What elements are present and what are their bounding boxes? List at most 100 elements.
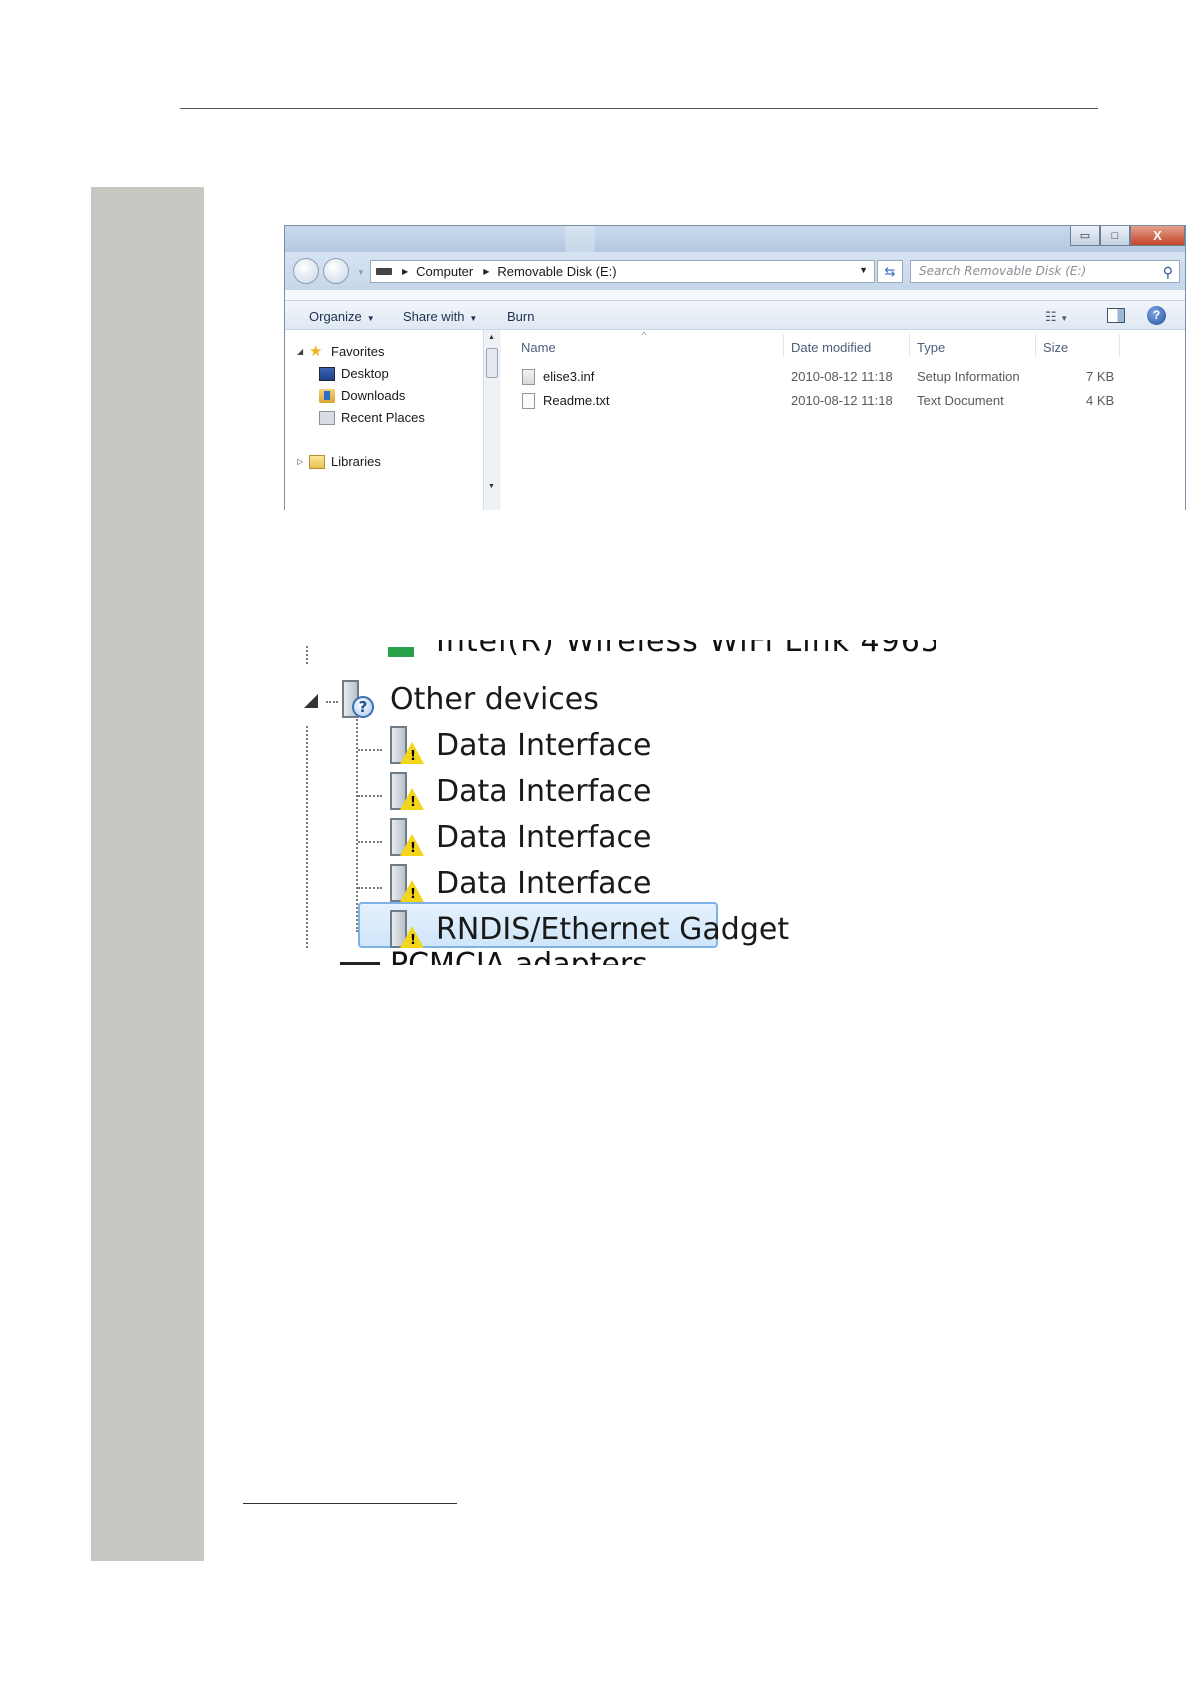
warning-device-icon: ! bbox=[386, 772, 424, 812]
document-page: ▭ □ X ▼ ▶ Computer ▶ Removable Disk (E:)… bbox=[0, 0, 1191, 1684]
help-icon[interactable]: ? bbox=[1147, 306, 1166, 325]
libraries-icon bbox=[309, 454, 325, 469]
nav-scrollbar[interactable]: ▲ ▼ bbox=[483, 330, 500, 510]
file-row[interactable]: elise3.inf 2010-08-12 11:18 Setup Inform… bbox=[501, 366, 1185, 388]
breadcrumb-computer[interactable]: Computer bbox=[416, 264, 473, 279]
search-input[interactable]: Search Removable Disk (E:) ⚲ bbox=[910, 260, 1180, 283]
recent-pages-icon[interactable]: ▼ bbox=[357, 268, 365, 277]
nav-item-desktop[interactable]: Desktop bbox=[319, 366, 389, 381]
pcmcia-icon bbox=[340, 962, 380, 965]
tree-item-wireless-adapter[interactable]: Intel(R) Wireless WiFi Link 4965AGN bbox=[436, 640, 936, 659]
tree-item-data-interface[interactable]: Data Interface bbox=[436, 866, 651, 901]
expanded-triangle-icon[interactable] bbox=[304, 694, 318, 708]
nav-label: Desktop bbox=[341, 366, 389, 381]
inf-file-icon bbox=[522, 369, 535, 385]
warning-device-icon: ! bbox=[386, 818, 424, 858]
tree-item-pcmcia-adapters[interactable]: PCMCIA adapters bbox=[390, 947, 648, 965]
tree-item-data-interface[interactable]: Data Interface bbox=[436, 820, 651, 855]
tree-guide bbox=[306, 726, 308, 948]
chevron-down-icon: ▼ bbox=[469, 314, 478, 323]
scroll-down-icon[interactable]: ▼ bbox=[488, 483, 495, 490]
explorer-window: ▭ □ X ▼ ▶ Computer ▶ Removable Disk (E:)… bbox=[284, 225, 1186, 510]
command-bar: Organize ▼ Share with ▼ Burn ☷ ▼ ? bbox=[285, 300, 1185, 330]
burn-button[interactable]: Burn bbox=[507, 309, 534, 324]
text-file-icon bbox=[522, 393, 535, 409]
warning-device-icon: ! bbox=[386, 910, 424, 950]
file-type: Text Document bbox=[917, 393, 1004, 408]
desktop-icon bbox=[319, 366, 335, 381]
chevron-right-icon[interactable]: ▶ bbox=[483, 267, 489, 276]
margin-band bbox=[91, 187, 204, 1561]
tree-guide bbox=[358, 841, 382, 843]
column-divider[interactable] bbox=[1035, 334, 1036, 356]
tree-guide bbox=[358, 795, 382, 797]
file-size: 4 KB bbox=[1086, 393, 1115, 408]
search-icon[interactable]: ⚲ bbox=[1163, 263, 1173, 284]
tree-item-data-interface[interactable]: Data Interface bbox=[436, 774, 651, 809]
column-header-date[interactable]: Date modified bbox=[791, 340, 871, 355]
nav-item-libraries[interactable]: ▷ Libraries bbox=[297, 454, 381, 469]
burn-label: Burn bbox=[507, 309, 535, 324]
minimize-button[interactable]: ▭ bbox=[1070, 226, 1100, 246]
column-divider[interactable] bbox=[1119, 334, 1120, 356]
nav-item-recent-places[interactable]: Recent Places bbox=[319, 410, 425, 425]
tree-item-rndis-ethernet-gadget[interactable]: RNDIS/Ethernet Gadget bbox=[436, 912, 789, 947]
scroll-up-icon[interactable]: ▲ bbox=[488, 334, 495, 341]
column-divider[interactable] bbox=[909, 334, 910, 356]
file-date: 2010-08-12 11:18 bbox=[791, 393, 893, 408]
nav-label: Favorites bbox=[331, 344, 385, 359]
file-name: Readme.txt bbox=[543, 393, 610, 408]
collapsed-triangle-icon[interactable]: ▷ bbox=[297, 457, 309, 466]
footnote-rule bbox=[243, 1503, 457, 1504]
nav-item-downloads[interactable]: Downloads bbox=[319, 388, 405, 403]
file-type: Setup Information bbox=[917, 369, 1020, 384]
device-tree: Intel(R) Wireless WiFi Link 4965AGN ? Ot… bbox=[296, 640, 936, 965]
address-bar[interactable]: ▶ Computer ▶ Removable Disk (E:) ▼ bbox=[370, 260, 875, 283]
breadcrumb-removable-disk[interactable]: Removable Disk (E:) bbox=[497, 264, 616, 279]
column-header-name[interactable]: Name bbox=[521, 340, 556, 355]
organize-button[interactable]: Organize ▼ bbox=[309, 309, 375, 324]
share-with-label: Share with bbox=[403, 309, 465, 324]
file-name: elise3.inf bbox=[543, 369, 595, 384]
window-controls: ▭ □ X bbox=[1070, 226, 1185, 246]
column-header-type[interactable]: Type bbox=[917, 340, 945, 355]
preview-pane-icon[interactable] bbox=[1107, 308, 1125, 323]
warning-device-icon: ! bbox=[386, 864, 424, 904]
expanded-triangle-icon[interactable]: ◢ bbox=[297, 347, 309, 356]
file-date: 2010-08-12 11:18 bbox=[791, 369, 893, 384]
tree-guide bbox=[326, 701, 338, 703]
nav-label: Recent Places bbox=[341, 410, 425, 425]
tree-item-data-interface[interactable]: Data Interface bbox=[436, 728, 651, 763]
column-divider[interactable] bbox=[783, 334, 784, 356]
refresh-button[interactable]: ⇆ bbox=[877, 260, 903, 283]
downloads-icon bbox=[319, 388, 335, 403]
nav-item-favorites[interactable]: ◢ ★ Favorites bbox=[297, 342, 385, 360]
warning-device-icon: ! bbox=[386, 726, 424, 766]
close-button[interactable]: X bbox=[1130, 226, 1185, 246]
sort-ascending-icon: ^ bbox=[642, 330, 647, 340]
nav-label: Libraries bbox=[331, 454, 381, 469]
unknown-device-icon: ? bbox=[338, 680, 376, 720]
file-size: 7 KB bbox=[1086, 369, 1115, 384]
tree-guide bbox=[358, 749, 382, 751]
scroll-thumb[interactable] bbox=[486, 348, 498, 378]
tree-guide bbox=[358, 887, 382, 889]
drive-icon bbox=[376, 268, 392, 275]
nav-label: Downloads bbox=[341, 388, 406, 403]
back-button[interactable] bbox=[293, 258, 319, 284]
change-view-icon[interactable]: ☷ ▼ bbox=[1045, 309, 1068, 325]
organize-label: Organize bbox=[309, 309, 362, 324]
star-icon: ★ bbox=[309, 342, 323, 360]
chevron-right-icon[interactable]: ▶ bbox=[402, 267, 408, 276]
column-header-size[interactable]: Size bbox=[1043, 340, 1068, 355]
chevron-down-icon: ▼ bbox=[366, 314, 375, 323]
header-rule bbox=[180, 108, 1098, 109]
address-dropdown-icon[interactable]: ▼ bbox=[859, 265, 868, 275]
title-bar: ▭ □ X bbox=[285, 226, 1185, 286]
tree-guide bbox=[306, 646, 308, 664]
forward-button[interactable] bbox=[323, 258, 349, 284]
file-row[interactable]: Readme.txt 2010-08-12 11:18 Text Documen… bbox=[501, 390, 1185, 412]
maximize-button[interactable]: □ bbox=[1100, 226, 1130, 246]
share-with-button[interactable]: Share with ▼ bbox=[403, 309, 477, 324]
tree-item-other-devices[interactable]: Other devices bbox=[390, 682, 599, 717]
